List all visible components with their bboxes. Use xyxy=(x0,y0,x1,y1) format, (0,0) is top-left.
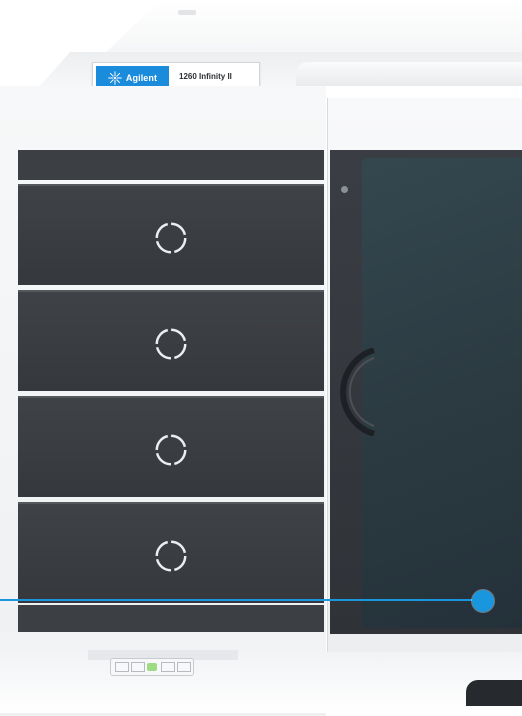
door-handle[interactable] xyxy=(316,348,376,436)
top-housing xyxy=(100,0,522,58)
ring-handle-icon xyxy=(155,540,187,572)
power-led-icon xyxy=(147,663,157,671)
top-right-tray xyxy=(296,62,522,86)
left-base xyxy=(0,632,326,652)
agilent-spark-icon xyxy=(108,71,122,85)
status-indicator-dot xyxy=(472,590,494,612)
callout-line xyxy=(0,599,474,601)
switch-segment xyxy=(177,662,191,672)
switch-segment xyxy=(161,662,175,672)
solvent-drawer-3[interactable] xyxy=(18,396,324,497)
door-hinge-pin xyxy=(341,186,348,193)
solvent-drawer-4[interactable] xyxy=(18,502,324,603)
ring-handle-icon xyxy=(155,328,187,360)
floor-shadow xyxy=(0,652,522,713)
ring-handle-icon xyxy=(155,222,187,254)
right-foot xyxy=(466,680,522,706)
switch-segment xyxy=(131,662,145,672)
front-door-window[interactable] xyxy=(362,158,522,628)
ring-handle-icon xyxy=(155,434,187,466)
model-name: 1260 Infinity II xyxy=(179,72,232,81)
left-top-panel xyxy=(18,150,324,180)
top-vent xyxy=(178,10,196,15)
left-bottom-panel xyxy=(18,605,324,632)
brand-name: Agilent xyxy=(125,73,158,83)
power-switch[interactable] xyxy=(110,658,194,676)
solvent-drawer-1[interactable] xyxy=(18,184,324,285)
switch-segment xyxy=(115,662,129,672)
solvent-drawer-2[interactable] xyxy=(18,290,324,391)
